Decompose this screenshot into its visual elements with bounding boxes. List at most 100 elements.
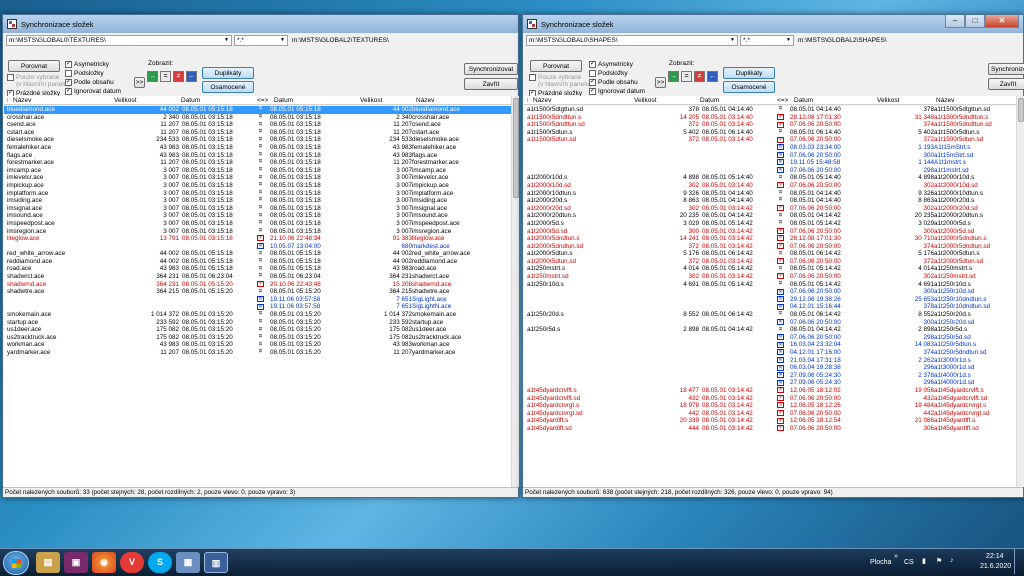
table-row[interactable]: road.ace 43 983 08.05.01 05:15:18 = 08.05.01… (4, 265, 511, 273)
not-equal-icon[interactable]: ≠ (777, 113, 784, 120)
table-row[interactable]: a1t45dyardcrvrgt.sd 442 08.05.01 03:14:42 ≠… (524, 410, 1016, 418)
equal-icon[interactable]: = (257, 319, 264, 325)
orphans-button[interactable]: Osamocené (202, 81, 254, 93)
equal-icon[interactable]: = (257, 122, 264, 128)
equal-icon[interactable]: = (257, 273, 264, 279)
equal-icon[interactable]: = (257, 182, 264, 188)
chevron-down-icon[interactable]: ▼ (784, 36, 793, 45)
not-equal-icon[interactable]: ≠ (777, 417, 784, 424)
table-row[interactable]: imcamp.ace 3 007 08.05.01 03:15:18 = 08.05.0… (4, 167, 511, 175)
equal-icon[interactable]: = (777, 281, 784, 287)
table-row[interactable]: a1t2000r20d.s 8 863 08.05.01 04:14:40 = 08.0… (524, 197, 1016, 205)
compare-button[interactable]: Porovnat (530, 60, 582, 72)
duplicates-button[interactable]: Duplikáty (202, 67, 254, 79)
table-row[interactable]: ✕ 04.12.01 15:16:44 378 a1t250r10dndtun.sd (524, 303, 1016, 311)
not-equal-icon[interactable]: ≠ (777, 258, 784, 265)
chevron-right-icon[interactable]: » (894, 553, 898, 560)
col-size-left[interactable]: Velikost (634, 96, 656, 105)
delete-cross-icon[interactable]: ✕ (777, 159, 784, 166)
chevron-down-icon[interactable]: ▼ (222, 36, 231, 45)
table-row[interactable]: a1t2000r5d.sd 300 08.05.01 03:14:42 ≠ 07.06.… (524, 228, 1016, 236)
table-row[interactable]: implatform.ace 3 007 08.05.01 03:15:18 = 08.… (4, 190, 511, 198)
not-equal-icon[interactable]: ≠ (777, 227, 784, 234)
table-row[interactable]: ✕ 04.12.01 17:16:00 374 a1t250r5dndtun.sd (524, 349, 1016, 357)
close-window-button[interactable]: Zavřít (464, 78, 518, 90)
delete-cross-icon[interactable]: ✕ (777, 318, 784, 325)
table-row[interactable]: a1t250r20d.s 8 552 08.05.01 06:14:42 = 08.05… (524, 311, 1016, 319)
show-different-icon[interactable]: ≠ (173, 71, 184, 82)
table-row[interactable]: ✕ 21.03.04 17:31:18 2 262 a1t3000r1d.s (524, 357, 1016, 365)
right-path-text[interactable]: m:\MSTS\GLOBAL2\SHAPES\ (798, 35, 1008, 46)
table-row[interactable]: femalehiker.ace 43 983 08.05.01 03:15:18 = 0… (4, 144, 511, 152)
delete-cross-icon[interactable]: ✕ (777, 151, 784, 158)
scroll-thumb[interactable] (1018, 98, 1024, 122)
table-row[interactable]: a1t45dyardcrvlft.s 18 477 08.05.01 03:14:4… (524, 387, 1016, 395)
delete-cross-icon[interactable]: ✕ (257, 303, 264, 310)
table-row[interactable]: impickup.ace 3 007 08.05.01 03:15:18 = 08.05… (4, 182, 511, 190)
table-row[interactable]: ✕ 07.06.06 20:50:00 298 a1t1mstrt.sd (524, 167, 1016, 175)
skype-icon[interactable]: S (148, 552, 172, 573)
table-row[interactable]: workman.ace 43 983 08.05.01 03:15:20 = 08.05… (4, 341, 511, 349)
table-row[interactable]: a1t2000r10d.s 4 898 08.05.01 05:14:40 = 08.0… (524, 174, 1016, 182)
show-copy-left-icon[interactable]: ← (707, 71, 718, 82)
equal-icon[interactable]: = (257, 251, 264, 257)
col-size-left[interactable]: Velikost (114, 96, 136, 105)
delete-cross-icon[interactable]: ✕ (777, 167, 784, 174)
delete-cross-icon[interactable]: ✕ (777, 296, 784, 303)
delete-cross-icon[interactable]: ✕ (777, 364, 784, 371)
equal-icon[interactable]: = (257, 152, 264, 158)
close-icon[interactable]: ✕ (985, 15, 1019, 28)
table-row[interactable]: a1t1500r5dndttun.sd 372 08.05.01 03:14:40 ≠… (524, 121, 1016, 129)
equal-icon[interactable]: = (257, 175, 264, 181)
col-name-left[interactable]: Název (533, 96, 551, 105)
equal-icon[interactable]: = (777, 251, 784, 257)
ignore-date-checkbox[interactable]: ✓ Ignorovat datum (65, 87, 121, 96)
col-direction[interactable]: <=> (257, 96, 268, 105)
table-row[interactable]: a1t2000r10dtun.s 9 326 08.05.01 04:14:40 = 0… (524, 190, 1016, 198)
equal-icon[interactable]: = (777, 197, 784, 203)
not-equal-icon[interactable]: ≠ (777, 235, 784, 242)
table-row[interactable]: a1t2000r10d.sd 302 08.05.01 03:14:40 ≠ 07.06… (524, 182, 1016, 190)
equal-icon[interactable]: = (257, 258, 264, 264)
delete-cross-icon[interactable]: ✕ (257, 243, 264, 250)
table-row[interactable]: a1t45dyardlft.s 20 339 08.05.01 03:14:42 ≠ 1… (524, 417, 1016, 425)
not-equal-icon[interactable]: ≠ (777, 205, 784, 212)
equal-icon[interactable]: = (257, 342, 264, 348)
table-row[interactable]: bluediamond.ace 44 002 08.05.01 05:15:18 = 0… (4, 106, 511, 114)
scroll-thumb[interactable] (513, 98, 519, 198)
table-row[interactable]: ✕ 06.03.04 19:28:38 296 a1t3000r1d.sd (524, 364, 1016, 372)
table-row[interactable]: yardmarker.ace 11 207 08.05.01 03:15:20 = 08… (4, 349, 511, 357)
table-row[interactable]: a1t250mstrt.s 4 014 08.05.01 05:14:42 = 08.0… (524, 265, 1016, 273)
not-equal-icon[interactable]: ≠ (777, 121, 784, 128)
asymmetric-checkbox[interactable]: ✓ Asymetricky (589, 60, 633, 69)
equal-icon[interactable]: = (257, 228, 264, 234)
not-equal-icon[interactable]: ≠ (777, 136, 784, 143)
table-row[interactable]: imsound.ace 3 007 08.05.01 03:15:18 = 08.05.… (4, 212, 511, 220)
save-disk-icon[interactable]: ▣ (64, 552, 88, 573)
table-row[interactable]: a1t1500r5dtgttun.sd 378 08.05.01 04:14:40 =… (524, 106, 1016, 114)
show-equal-icon[interactable]: = (681, 71, 692, 82)
file-manager-icon[interactable]: ▦ (176, 552, 200, 573)
not-equal-icon[interactable]: ≠ (777, 387, 784, 394)
table-row[interactable]: liteglow.ace 13 791 08.05.01 03:15:18 ≠ 21.1… (4, 235, 511, 243)
not-equal-icon[interactable]: ≠ (777, 273, 784, 280)
delete-cross-icon[interactable]: ✕ (777, 341, 784, 348)
vertical-scrollbar[interactable] (1016, 96, 1024, 487)
equal-icon[interactable]: = (777, 311, 784, 317)
equal-icon[interactable]: = (777, 266, 784, 272)
not-equal-icon[interactable]: ≠ (257, 280, 264, 287)
table-row[interactable]: imsiding.ace 3 007 08.05.01 03:15:18 = 08.05… (4, 197, 511, 205)
equal-icon[interactable]: = (777, 213, 784, 219)
not-equal-icon[interactable]: ≠ (777, 182, 784, 189)
delete-cross-icon[interactable]: ✕ (777, 356, 784, 363)
clock-time[interactable]: 22:14 (986, 553, 1004, 560)
not-equal-icon[interactable]: ≠ (777, 394, 784, 401)
chevron-down-icon[interactable]: ▼ (728, 36, 737, 45)
table-row[interactable]: a1t2000r5dtun.s 5 176 08.05.01 06:14:42 = 08… (524, 250, 1016, 258)
network-icon[interactable]: ▮ (922, 557, 926, 565)
table-row[interactable]: startup.ace 233 592 08.05.01 03:15:20 = 08.0… (4, 319, 511, 327)
show-equal-icon[interactable]: = (160, 71, 171, 82)
table-row[interactable]: imspeedpost.ace 3 007 08.05.01 03:15:18 = 08… (4, 220, 511, 228)
not-equal-icon[interactable]: ≠ (777, 243, 784, 250)
col-date-right[interactable]: Datum (794, 96, 813, 105)
